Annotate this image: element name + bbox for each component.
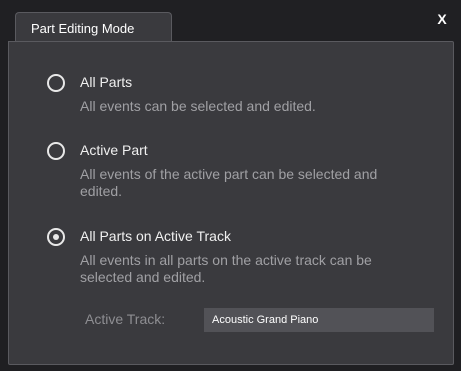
- active-track-field[interactable]: Acoustic Grand Piano: [204, 308, 434, 332]
- close-button[interactable]: X: [433, 10, 451, 28]
- option-description: All events in all parts on the active tr…: [80, 252, 372, 285]
- option-label[interactable]: All Parts on Active Track: [80, 228, 231, 244]
- option-label[interactable]: All Parts: [80, 74, 132, 90]
- option-description: All events of the active part can be sel…: [80, 166, 378, 199]
- active-track-label: Active Track:: [85, 311, 166, 327]
- radio-active-part[interactable]: [47, 142, 65, 160]
- radio-all-parts[interactable]: [47, 74, 65, 92]
- option-label[interactable]: Active Part: [80, 142, 148, 158]
- tab-part-editing-mode[interactable]: Part Editing Mode: [15, 12, 172, 42]
- radio-all-parts-active-track[interactable]: [47, 228, 65, 246]
- title-bar: Part Editing Mode X: [0, 0, 461, 42]
- option-description: All events can be selected and edited.: [80, 98, 316, 114]
- dialog-window: Part Editing Mode X All Parts All events…: [0, 0, 461, 371]
- options-panel: All Parts All events can be selected and…: [8, 41, 454, 365]
- tab-label: Part Editing Mode: [31, 21, 135, 36]
